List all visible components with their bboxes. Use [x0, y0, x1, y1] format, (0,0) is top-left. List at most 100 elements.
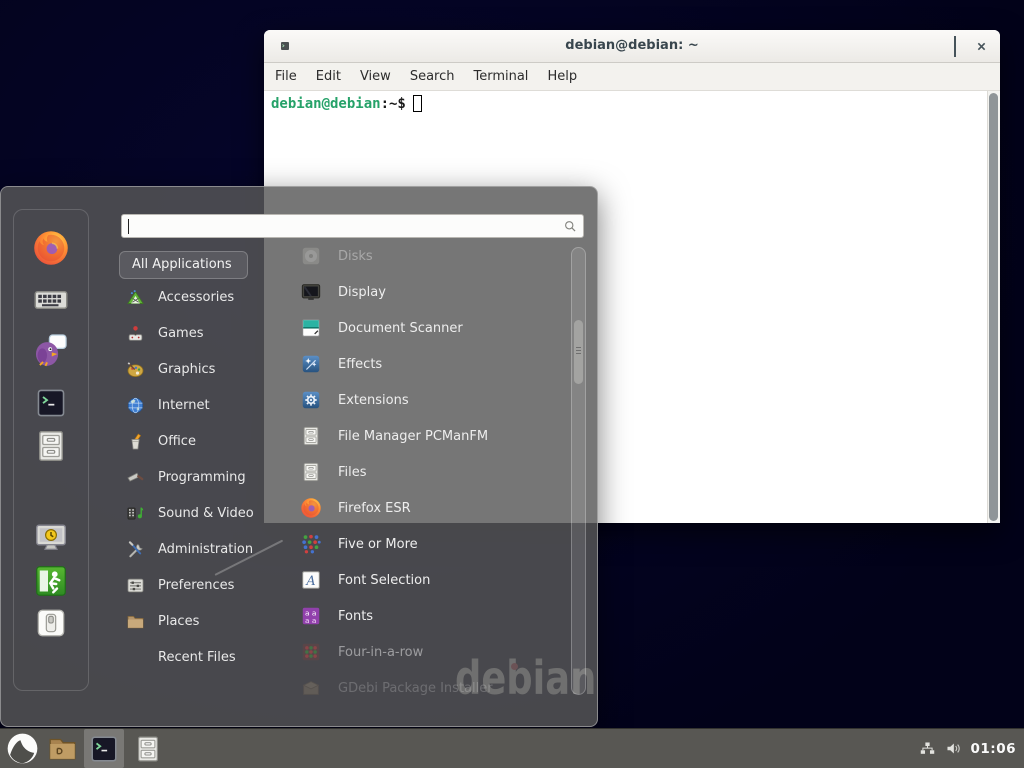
app-row-files[interactable]: Files: [291, 454, 571, 490]
category-label: Internet: [158, 398, 210, 413]
menu-help[interactable]: Help: [547, 69, 577, 84]
file-cabinet-icon: [133, 734, 163, 764]
favorite-pidgin-icon[interactable]: [32, 331, 70, 369]
app-row-document-scanner[interactable]: Document Scanner: [291, 310, 571, 346]
clock[interactable]: 01:06: [971, 741, 1016, 757]
category-label: Preferences: [158, 578, 234, 593]
category-places[interactable]: Places: [119, 603, 291, 639]
app-label: Files: [338, 465, 367, 480]
menu-scrollbar[interactable]: [571, 247, 586, 695]
files-taskbar-button[interactable]: [128, 729, 168, 768]
menu-terminal[interactable]: Terminal: [473, 69, 528, 84]
favorite-firefox-icon[interactable]: [32, 229, 70, 267]
app-row-display[interactable]: Display: [291, 274, 571, 310]
application-list: Disks Display Document Scanner Effects E…: [291, 238, 571, 706]
fonts-icon: a aa a: [300, 605, 322, 627]
office-icon: [126, 432, 145, 451]
terminal-window-icon: [279, 40, 291, 52]
app-row-disks[interactable]: Disks: [291, 238, 571, 274]
app-row-fonts[interactable]: a aa a Fonts: [291, 598, 571, 634]
terminal-titlebar[interactable]: debian@debian: ~: [264, 30, 1000, 63]
app-label: Font Selection: [338, 573, 430, 588]
graphics-icon: [126, 360, 145, 379]
category-internet[interactable]: Internet: [119, 387, 291, 423]
menu-file[interactable]: File: [275, 69, 297, 84]
menu-search[interactable]: Search: [410, 69, 455, 84]
shell-prompt: debian@debian:~$: [271, 95, 422, 112]
administration-icon: [126, 540, 145, 559]
taskbar: 01:06: [0, 728, 1024, 768]
app-label: GDebi Package Installer: [338, 681, 493, 696]
favorite-lock-screen-icon[interactable]: [33, 520, 69, 556]
category-sound-video[interactable]: Sound & Video: [119, 495, 291, 531]
prompt-user-host: debian@debian: [271, 96, 381, 112]
category-graphics[interactable]: Graphics: [119, 351, 291, 387]
category-label: Graphics: [158, 362, 215, 377]
app-label: Display: [338, 285, 386, 300]
category-label: Programming: [158, 470, 246, 485]
accessories-icon: [126, 288, 145, 307]
terminal-scrollbar-thumb[interactable]: [989, 93, 998, 521]
app-row-font-selection[interactable]: A Font Selection: [291, 562, 571, 598]
favorite-keyboard-icon[interactable]: [33, 282, 69, 318]
terminal-icon: [89, 734, 119, 764]
app-label: Five or More: [338, 537, 418, 552]
four-in-a-row-icon: [300, 641, 322, 663]
favorite-log-out-icon[interactable]: [33, 563, 69, 599]
terminal-taskbar-button[interactable]: [84, 729, 124, 768]
effects-icon: [300, 353, 322, 375]
svg-text:A: A: [305, 574, 315, 589]
gdebi-icon: [300, 677, 322, 699]
app-row-effects[interactable]: Effects: [291, 346, 571, 382]
favorite-file-manager-icon[interactable]: [33, 428, 69, 464]
category-preferences[interactable]: Preferences: [119, 567, 291, 603]
menu-edit[interactable]: Edit: [316, 69, 341, 84]
category-games[interactable]: Games: [119, 315, 291, 351]
category-programming[interactable]: Programming: [119, 459, 291, 495]
favorites-column: [13, 209, 89, 691]
scrollbar-grip-icon: [576, 347, 581, 356]
five-or-more-icon: [300, 533, 322, 555]
category-label: Accessories: [158, 290, 234, 305]
menu-view[interactable]: View: [360, 69, 391, 84]
volume-icon[interactable]: [945, 740, 962, 757]
favorite-shut-down-icon[interactable]: [35, 607, 67, 639]
network-icon[interactable]: [919, 740, 936, 757]
places-icon: [126, 612, 145, 631]
favorite-terminal-icon[interactable]: [35, 387, 67, 419]
app-row-five-or-more[interactable]: Five or More: [291, 526, 571, 562]
app-row-gdebi-package-installer[interactable]: GDebi Package Installer: [291, 670, 571, 706]
app-label: File Manager PCManFM: [338, 429, 488, 444]
search-icon: [563, 219, 578, 234]
application-menu: All Applications Accessories Games Graph…: [0, 186, 598, 727]
text-caret: [128, 219, 129, 234]
maximize-button[interactable]: [954, 37, 956, 56]
app-label: Firefox ESR: [338, 501, 411, 516]
app-row-extensions[interactable]: Extensions: [291, 382, 571, 418]
menu-logo-icon: [6, 732, 39, 765]
category-office[interactable]: Office: [119, 423, 291, 459]
app-label: Four-in-a-row: [338, 645, 423, 660]
menu-button[interactable]: [2, 729, 42, 768]
desktop-folder-button[interactable]: [42, 729, 82, 768]
close-button[interactable]: [977, 42, 986, 51]
font-selection-icon: A: [300, 569, 322, 591]
menu-scrollbar-thumb[interactable]: [574, 320, 583, 384]
app-row-file-manager-pcmanfm[interactable]: File Manager PCManFM: [291, 418, 571, 454]
app-label: Effects: [338, 357, 382, 372]
menu-search-field[interactable]: [121, 214, 584, 238]
search-input[interactable]: [128, 217, 552, 237]
category-accessories[interactable]: Accessories: [119, 279, 291, 315]
terminal-scrollbar[interactable]: [987, 91, 1000, 523]
app-label: Extensions: [338, 393, 409, 408]
app-label: Disks: [338, 249, 373, 264]
window-title: debian@debian: ~: [264, 30, 1000, 62]
terminal-cursor: [413, 95, 422, 112]
app-row-firefox-esr[interactable]: Firefox ESR: [291, 490, 571, 526]
category-label: Places: [158, 614, 199, 629]
desktop: debian debian@debian: ~ File Edit View S…: [0, 0, 1024, 768]
category-recent-files[interactable]: Recent Files: [119, 639, 291, 675]
app-row-four-in-a-row[interactable]: Four-in-a-row: [291, 634, 571, 670]
all-applications-button[interactable]: All Applications: [119, 251, 248, 279]
folder-icon: [47, 733, 78, 764]
